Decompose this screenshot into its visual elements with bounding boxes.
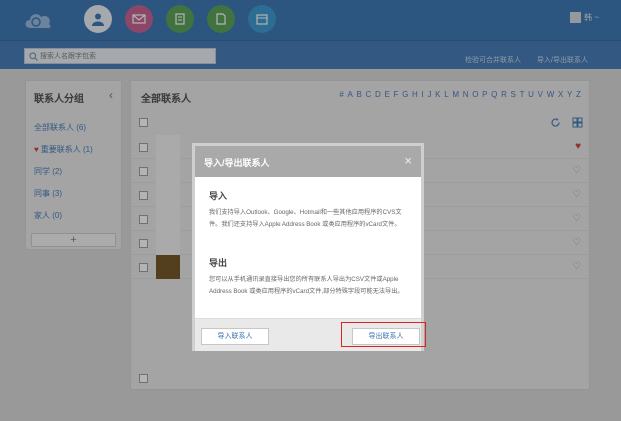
dialog-title: 导入/导出联系人: [204, 158, 270, 168]
export-heading: 导出: [209, 258, 228, 268]
import-contacts-button[interactable]: 导入联系人: [201, 328, 269, 345]
import-heading: 导入: [209, 191, 228, 201]
dialog-header: 导入/导出联系人 ×: [195, 146, 421, 177]
export-description: 您可以从手机通讯录直接导出您的所有联系人导出为CSV文件或Apple Addre…: [209, 276, 404, 295]
import-export-dialog: 导入/导出联系人 × 导入 我们支持导入Outlook、Google、Hotma…: [192, 143, 424, 351]
highlight-box: [341, 322, 426, 347]
import-description: 我们支持导入Outlook、Google、Hotmail和一些其他应用程序的CV…: [209, 209, 402, 228]
close-icon[interactable]: ×: [404, 153, 412, 168]
